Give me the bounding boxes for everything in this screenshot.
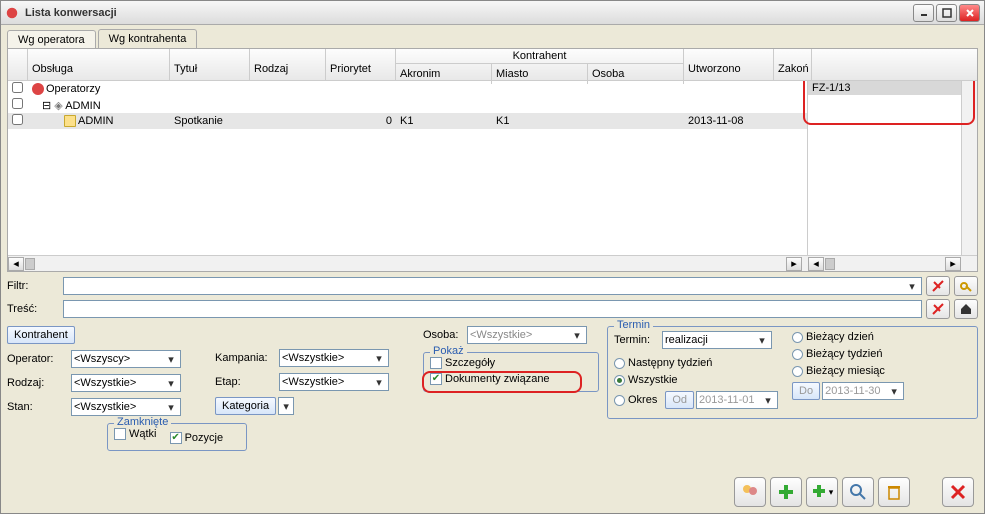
grid-body[interactable]: Operatorzy ⊟ ◈ ADMIN ADMIN Spotkanie 0 K… — [8, 81, 977, 255]
titlebar: Lista konwersacji — [1, 1, 984, 25]
zamkniete-fieldset: Zamknięte Wątki ✔Pozycje — [107, 423, 247, 451]
filter-bottom: Kontrahent Operator:<Wszyscy>▾ Rodzaj:<W… — [7, 326, 978, 419]
user-icon — [32, 83, 44, 95]
tresc-label: Treść: — [7, 303, 63, 315]
row-checkbox[interactable] — [12, 98, 23, 109]
dokumenty-checkbox[interactable]: ✔Dokumenty związane — [430, 373, 550, 385]
main-window: Lista konwersacji Wg operatora Wg kontra… — [0, 0, 985, 514]
kampania-combo[interactable]: <Wszystkie>▾ — [279, 349, 389, 367]
scroll-right-icon[interactable]: ▸ — [786, 257, 802, 271]
col-rodzaj[interactable]: Rodzaj — [250, 49, 326, 80]
filtr-label: Filtr: — [7, 280, 63, 292]
hscroll-left[interactable]: ◂ ▸ ◂ ▸ — [8, 255, 977, 271]
filter-area: Filtr: ▾ Treść: — [7, 276, 978, 322]
grid-header: Obsługa Tytuł Rodzaj Priorytet Kontrahen… — [8, 49, 977, 81]
window-title: Lista konwersacji — [25, 7, 911, 19]
zamkniete-legend: Zamknięte — [114, 416, 171, 428]
minimize-button[interactable] — [913, 4, 934, 22]
operator-combo[interactable]: <Wszyscy>▾ — [71, 350, 181, 368]
watki-checkbox[interactable]: Wątki — [114, 428, 157, 440]
close-window-button[interactable] — [942, 477, 974, 507]
scroll-right-icon-2[interactable]: ▸ — [945, 257, 961, 271]
etap-label: Etap: — [215, 376, 279, 388]
users-button[interactable] — [734, 477, 766, 507]
etap-combo[interactable]: <Wszystkie>▾ — [279, 373, 389, 391]
kampania-label: Kampania: — [215, 352, 279, 364]
folder-icon — [64, 115, 76, 127]
bottom-toolbar: ▾ — [1, 471, 984, 513]
col-zakon[interactable]: Zakoń — [774, 49, 812, 80]
maximize-button[interactable] — [936, 4, 957, 22]
scroll-left-icon-2[interactable]: ◂ — [808, 257, 824, 271]
home-button[interactable] — [954, 299, 978, 319]
kontrahent-button[interactable]: Kontrahent — [7, 326, 75, 344]
do-date[interactable]: 2013-11-30▾ — [822, 382, 904, 400]
szczegoly-checkbox[interactable]: Szczegóły — [430, 357, 495, 369]
clear-tresc-button[interactable] — [926, 299, 950, 319]
filter-settings-button[interactable] — [954, 276, 978, 296]
col-group-kontrahent: Kontrahent — [396, 49, 684, 64]
od-button[interactable]: Od — [665, 391, 694, 409]
right-vscroll[interactable]: ▴ ▾ — [961, 81, 977, 255]
stan-combo[interactable]: <Wszystkie>▾ — [71, 398, 181, 416]
pozycje-checkbox[interactable]: ✔Pozycje — [170, 432, 224, 444]
biezacy-miesiac-radio[interactable]: Bieżący miesiąc — [792, 365, 904, 377]
osoba-combo[interactable]: <Wszystkie>▾ — [467, 326, 587, 344]
col-obsluga[interactable]: Obsługa — [28, 49, 170, 80]
col-tytul[interactable]: Tytuł — [170, 49, 250, 80]
okres-radio[interactable]: Okres — [614, 394, 657, 406]
kategoria-button[interactable]: Kategoria — [215, 397, 276, 415]
col-utworzono[interactable]: Utworzono — [684, 49, 774, 80]
pokaz-legend: Pokaż — [430, 345, 467, 357]
grid-panel: Obsługa Tytuł Rodzaj Priorytet Kontrahen… — [7, 48, 978, 272]
biezacy-dzien-radio[interactable]: Bieżący dzień — [792, 331, 904, 343]
right-panel-body: FZ-1/13 — [807, 81, 961, 255]
close-button[interactable] — [959, 4, 980, 22]
add-dropdown-button[interactable]: ▾ — [806, 477, 838, 507]
linked-doc-row[interactable]: FZ-1/13 — [808, 81, 961, 95]
operator-label: Operator: — [7, 353, 71, 365]
rodzaj-label: Rodzaj: — [7, 377, 71, 389]
tresc-input[interactable] — [63, 300, 922, 318]
add-button[interactable] — [770, 477, 802, 507]
rodzaj-combo[interactable]: <Wszystkie>▾ — [71, 374, 181, 392]
termin-legend: Termin — [614, 319, 653, 331]
app-icon — [5, 6, 19, 20]
delete-button[interactable] — [878, 477, 910, 507]
col-priorytet[interactable]: Priorytet — [326, 49, 396, 80]
chevron-down-icon: ▾ — [905, 280, 919, 293]
biezacy-tydzien-radio[interactable]: Bieżący tydzień — [792, 348, 904, 360]
scroll-left-icon[interactable]: ◂ — [8, 257, 24, 271]
tab-strip: Wg operatora Wg kontrahenta — [1, 25, 984, 48]
tab-wg-kontrahenta[interactable]: Wg kontrahenta — [98, 29, 198, 48]
tab-wg-operatora[interactable]: Wg operatora — [7, 30, 96, 49]
do-button[interactable]: Do — [792, 382, 820, 400]
osoba-label: Osoba: — [423, 329, 467, 341]
search-button[interactable] — [842, 477, 874, 507]
row-checkbox[interactable] — [12, 82, 23, 93]
termin-fieldset: Termin Termin:realizacji▾ Następny tydzi… — [607, 326, 978, 419]
kategoria-combo[interactable]: ▾ — [278, 397, 294, 415]
nastepny-tydzien-radio[interactable]: Następny tydzień — [614, 357, 778, 369]
row-checkbox[interactable] — [12, 114, 23, 125]
clear-filter-button[interactable] — [926, 276, 950, 296]
termin-combo[interactable]: realizacji▾ — [662, 331, 772, 349]
od-date[interactable]: 2013-11-01▾ — [696, 391, 778, 409]
termin-label: Termin: — [614, 334, 662, 346]
stan-label: Stan: — [7, 401, 71, 413]
filtr-input[interactable]: ▾ — [63, 277, 922, 295]
wszystkie-radio[interactable]: Wszystkie — [614, 374, 778, 386]
